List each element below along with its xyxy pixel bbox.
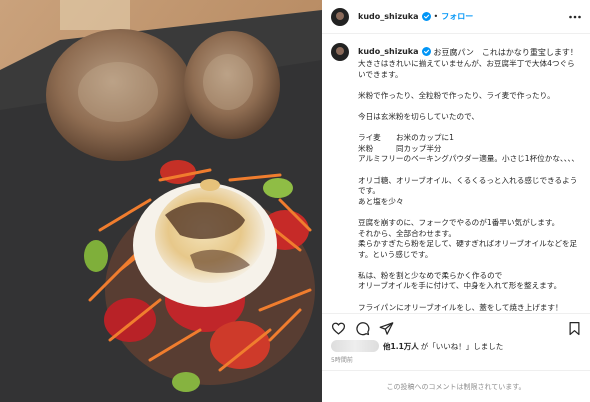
caption-title: お豆腐パン これはかなり重宝します！ [433, 48, 578, 57]
post-actions [322, 313, 590, 343]
likes-suffix: が「いいね！」しました [420, 341, 504, 351]
comments-restricted-text: この投稿へのコメントは制限されています。 [386, 382, 526, 391]
post-timestamp[interactable]: 5時間前 [331, 355, 353, 364]
likes-count[interactable]: 他1.1万人 [383, 341, 419, 352]
post-header: kudo_shizuka • フォロー [322, 0, 590, 34]
caption-username[interactable]: kudo_shizuka [358, 47, 419, 56]
post-caption: kudo_shizuka お豆腐パン これはかなり重宝します！ 大きさはきれいに… [322, 34, 590, 313]
caption-title-wrap: お豆腐パン これはかなり重宝します！ [421, 47, 578, 58]
comments-restricted-notice: この投稿へのコメントは制限されています。 [322, 370, 590, 402]
bookmark-icon[interactable] [567, 321, 582, 336]
post-photo [0, 0, 322, 402]
verified-badge-icon [421, 12, 431, 21]
more-options-icon[interactable] [568, 10, 582, 24]
caption-verified-badge-icon [421, 47, 431, 56]
post-photo-illustration [0, 0, 322, 402]
caption-body: 大きさはきれいに揃えていませんが、お豆腐半丁で大体4つぐらいできます。 米粉で作… [358, 59, 579, 312]
follow-button[interactable]: フォロー [441, 11, 473, 22]
heart-icon[interactable] [331, 321, 346, 336]
liker-avatars [331, 340, 379, 352]
avatar[interactable] [331, 7, 349, 26]
header-username[interactable]: kudo_shizuka [358, 12, 419, 21]
caption-avatar[interactable] [331, 43, 349, 61]
share-icon[interactable] [379, 321, 394, 336]
post-sidebar: kudo_shizuka • フォロー kudo_shizuka お豆腐パン こ… [322, 0, 590, 402]
separator-dot: • [433, 12, 439, 21]
likes-summary: 他1.1万人 が「いいね！」しました [331, 340, 503, 352]
comment-icon[interactable] [355, 321, 370, 336]
